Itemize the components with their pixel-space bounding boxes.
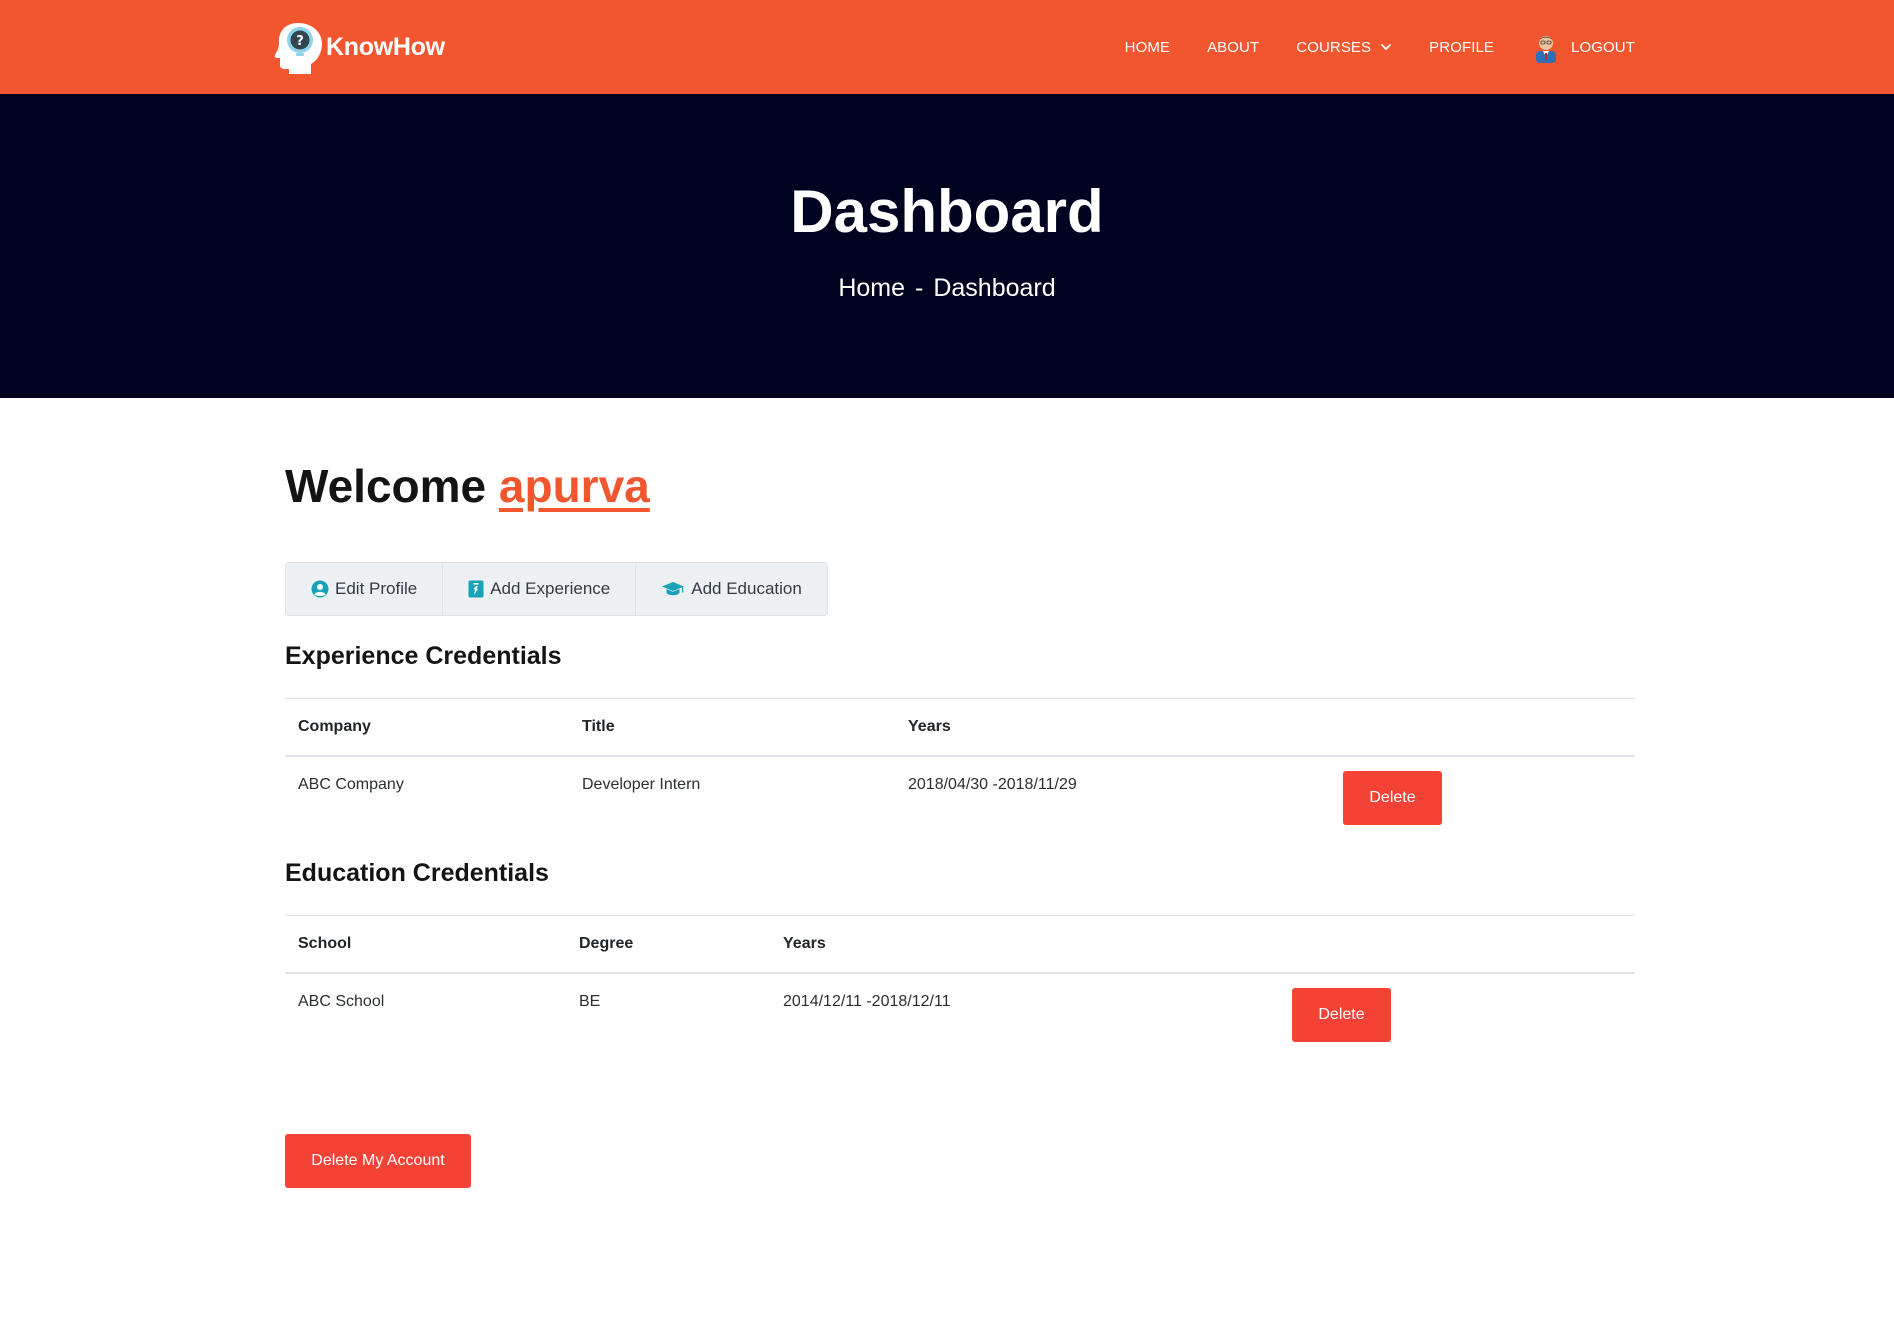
- column-header-empty: [1279, 915, 1635, 974]
- brain-head-icon: ?: [274, 23, 322, 74]
- dashboard-actions: Edit Profile Add Experience Add Educatio…: [285, 562, 828, 616]
- chevron-down-icon: [1381, 44, 1392, 50]
- svg-text:?: ?: [296, 34, 304, 49]
- column-header: School: [285, 915, 566, 974]
- nav-profile[interactable]: PROFILE: [1429, 39, 1494, 56]
- delete-education-button[interactable]: Delete: [1292, 987, 1391, 1042]
- experience-years: 2018/04/30 -2018/11/29: [908, 775, 1077, 793]
- page-title: Dashboard: [790, 178, 1104, 245]
- column-header: Title: [569, 698, 895, 757]
- delete-experience-button[interactable]: Delete: [1343, 770, 1442, 825]
- breadcrumb-current: Dashboard: [933, 274, 1056, 302]
- table-header-row: Company Title Years: [285, 698, 1635, 757]
- top-navbar: ? KnowHow HOME ABOUT COURSES PROFILE LOG…: [0, 0, 1894, 94]
- experience-title-cell: Developer Intern: [582, 775, 701, 793]
- education-title: Education Credentials: [285, 859, 549, 887]
- breadcrumb-home[interactable]: Home: [838, 274, 905, 303]
- nav-logout[interactable]: LOGOUT: [1531, 31, 1635, 63]
- edit-profile-label: Edit Profile: [335, 579, 418, 598]
- brand-name: KnowHow: [326, 32, 445, 61]
- column-header: Degree: [566, 915, 770, 974]
- education-school: ABC School: [298, 992, 385, 1010]
- brand-logo[interactable]: ? KnowHow: [274, 20, 445, 74]
- breadcrumb: Home - Dashboard: [0, 274, 1894, 303]
- table-row: ABC School BE 2014/12/11 -2018/12/11 Del…: [285, 973, 1635, 1053]
- column-header: Company: [285, 698, 569, 757]
- nav-courses[interactable]: COURSES: [1296, 39, 1392, 56]
- add-experience-button[interactable]: Add Experience: [443, 563, 637, 615]
- experience-action-cell: Delete: [1330, 756, 1635, 836]
- breadcrumb-separator: -: [915, 274, 924, 302]
- page-hero: Dashboard Home - Dashboard: [0, 94, 1894, 398]
- id-badge-icon: [468, 580, 484, 598]
- welcome-prefix: Welcome: [285, 460, 487, 512]
- education-table: School Degree Years ABC School BE 2014/1…: [285, 915, 1635, 1053]
- welcome-heading: Welcome apurva: [285, 459, 650, 513]
- education-degree: BE: [579, 992, 601, 1010]
- add-education-button[interactable]: Add Education: [636, 563, 827, 615]
- table-header-row: School Degree Years: [285, 915, 1635, 974]
- main-nav: HOME ABOUT COURSES PROFILE LOGOUT: [1125, 0, 1635, 94]
- column-header-empty: [1330, 698, 1635, 757]
- experience-company: ABC Company: [298, 775, 404, 793]
- add-education-label: Add Education: [691, 579, 802, 598]
- user-circle-icon: [311, 580, 329, 598]
- column-header: Years: [770, 915, 1279, 974]
- graduation-cap-icon: [662, 582, 685, 596]
- nav-courses-label: COURSES: [1296, 38, 1372, 56]
- education-years: 2014/12/11 -2018/12/11: [783, 992, 951, 1010]
- table-row: ABC Company Developer Intern 2018/04/30 …: [285, 756, 1635, 836]
- experience-table: Company Title Years ABC Company Develope…: [285, 698, 1635, 836]
- welcome-username-link[interactable]: apurva: [499, 460, 650, 512]
- user-avatar-icon: [1536, 36, 1557, 63]
- nav-logout-label: LOGOUT: [1571, 38, 1635, 56]
- delete-account-button[interactable]: Delete My Account: [285, 1134, 471, 1188]
- education-action-cell: Delete: [1279, 973, 1635, 1053]
- nav-home[interactable]: HOME: [1125, 39, 1170, 56]
- add-experience-label: Add Experience: [490, 579, 611, 598]
- edit-profile-button[interactable]: Edit Profile: [286, 563, 444, 615]
- column-header: Years: [895, 698, 1330, 757]
- nav-about[interactable]: ABOUT: [1207, 39, 1259, 56]
- experience-title: Experience Credentials: [285, 642, 562, 670]
